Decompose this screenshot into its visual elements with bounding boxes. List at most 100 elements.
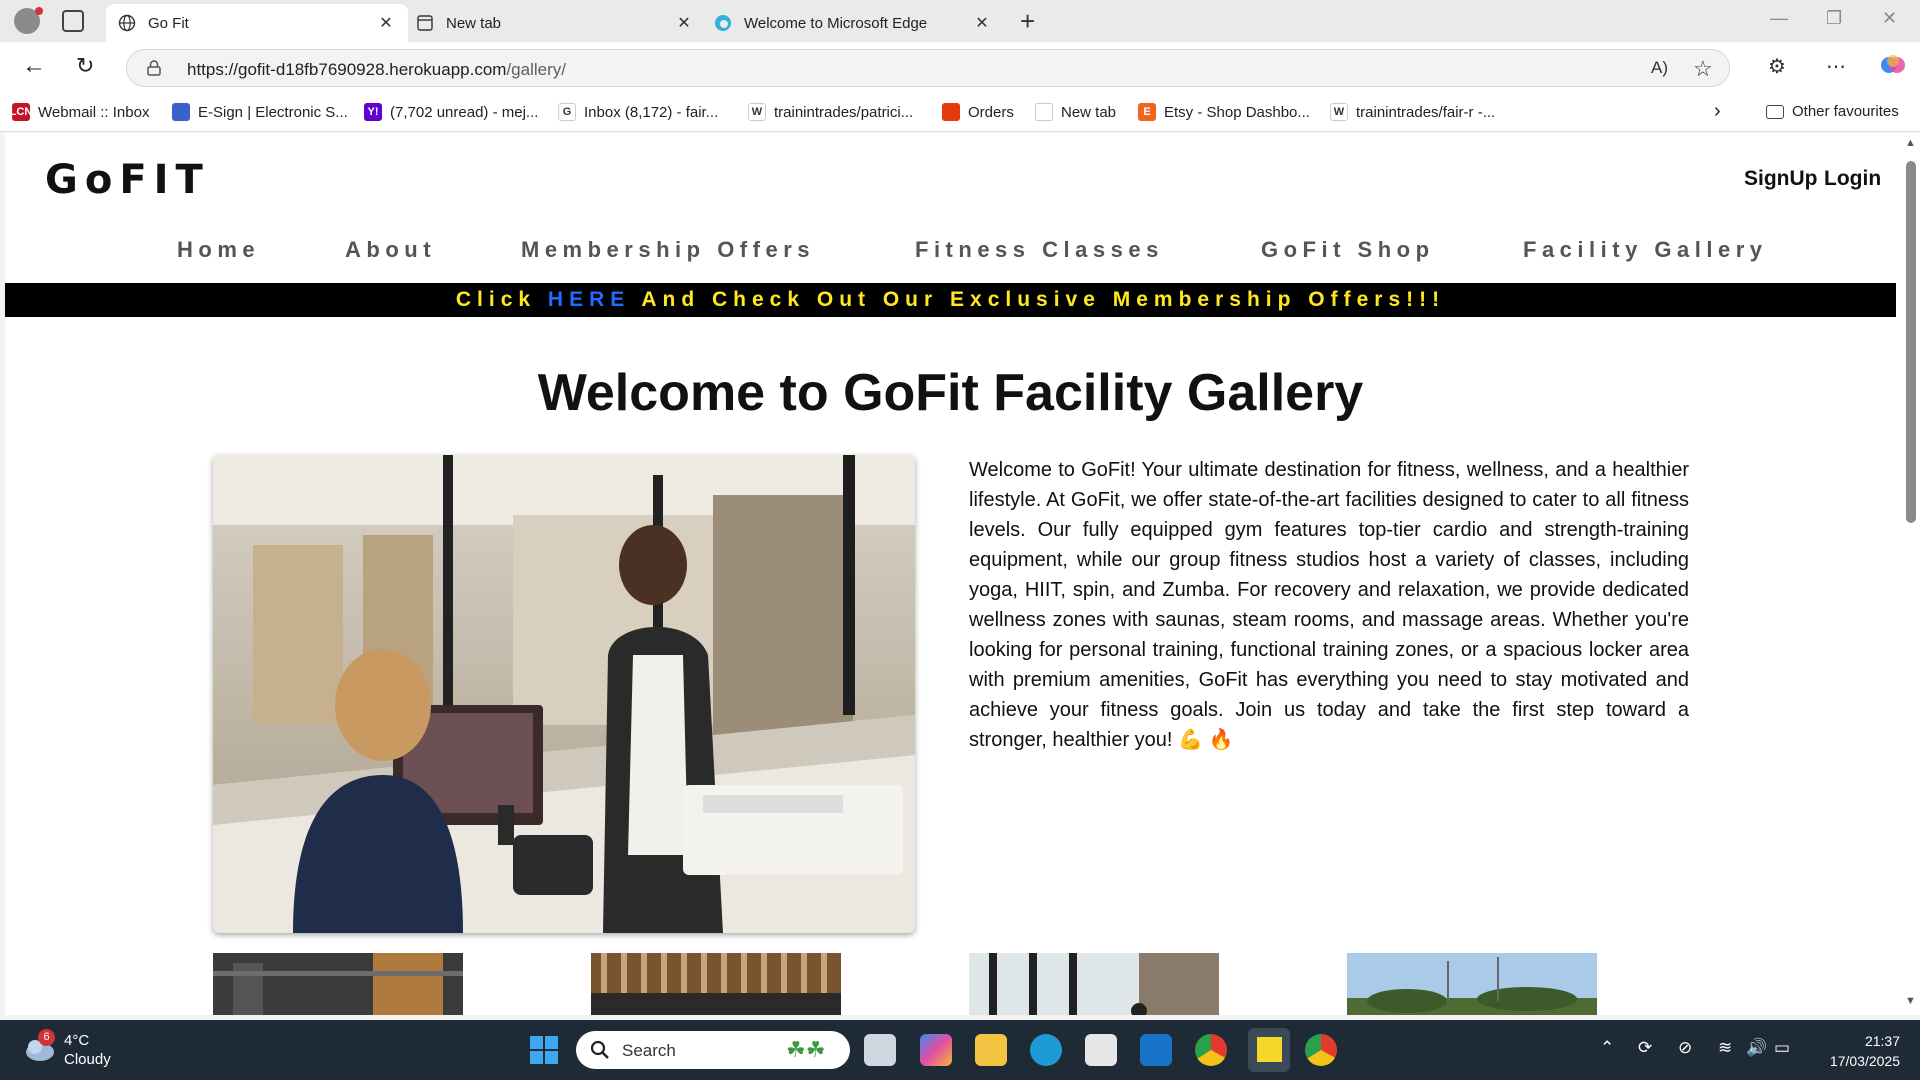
tab-label: New tab	[446, 14, 502, 32]
url-bar[interactable]: https://gofit-d18fb7690928.herokuapp.com…	[126, 49, 1730, 87]
windows-taskbar: 6 4°C Cloudy Search ☘☘ ⌃ ⟳ ⊘ ≋ 🔊 ▭ 21:37…	[0, 1020, 1920, 1080]
outlook-icon[interactable]	[1140, 1034, 1172, 1066]
bookmark-item[interactable]: Y! (7,702 unread) - mej...	[364, 103, 538, 121]
gallery-photo-2[interactable]	[591, 953, 841, 1015]
page-title: Welcome to GoFit Facility Gallery	[537, 364, 1364, 422]
wifi-icon[interactable]: ≋	[1718, 1038, 1732, 1058]
other-favourites[interactable]: Other favourites	[1766, 103, 1899, 120]
extensions-icon[interactable]: ⚙	[1768, 54, 1786, 79]
close-tab-icon[interactable]: ✕	[674, 13, 694, 33]
nav-home[interactable]: Home	[177, 237, 260, 263]
copilot-icon[interactable]	[1880, 52, 1906, 84]
nav-about[interactable]: About	[345, 237, 436, 263]
bookmarks-overflow-chevron-icon[interactable]: ›	[1714, 100, 1721, 123]
bookmark-label: Webmail :: Inbox	[38, 103, 150, 121]
browser-tab-bar: Go Fit ✕ New tab ✕ Welcome to Microsoft …	[0, 0, 1920, 42]
tab-label: Go Fit	[148, 14, 189, 32]
esign-icon	[172, 103, 190, 121]
lock-icon[interactable]	[147, 60, 161, 76]
tab-go-fit[interactable]: Go Fit ✕	[106, 4, 408, 42]
weather-widget[interactable]: 6 4°C Cloudy	[22, 1029, 111, 1068]
w-icon: W	[1330, 103, 1348, 121]
minimize-icon[interactable]: —	[1770, 8, 1788, 29]
close-tab-icon[interactable]: ✕	[376, 13, 396, 33]
weather-badge: 6	[38, 1029, 55, 1046]
google-icon: G	[558, 103, 576, 121]
nav-facility-gallery[interactable]: Facility Gallery	[1523, 237, 1768, 263]
bookmark-item[interactable]: G Inbox (8,172) - fair...	[558, 103, 718, 121]
signup-link[interactable]: SignUp	[1744, 167, 1818, 191]
promo-text-start: Click	[455, 288, 548, 311]
nav-gofit-shop[interactable]: GoFit Shop	[1261, 237, 1435, 263]
refresh-button[interactable]: ↻	[76, 54, 94, 78]
promo-text-end: And Check Out Our Exclusive Membership O…	[630, 288, 1446, 311]
sticky-notes-icon	[1257, 1037, 1282, 1062]
bookmark-label: E-Sign | Electronic S...	[198, 103, 348, 121]
edge-taskbar-icon[interactable]	[1030, 1034, 1062, 1066]
network-off-icon[interactable]: ⊘	[1678, 1038, 1692, 1058]
globe-icon	[118, 14, 136, 32]
tab-welcome-edge[interactable]: Welcome to Microsoft Edge ✕	[702, 4, 1004, 42]
profile-avatar-icon[interactable]	[14, 7, 43, 34]
volume-icon[interactable]: 🔊	[1746, 1038, 1767, 1058]
bookmark-item[interactable]: E-Sign | Electronic S...	[172, 103, 348, 121]
bookmark-item[interactable]: E Etsy - Shop Dashbo...	[1138, 103, 1310, 121]
login-link[interactable]: Login	[1824, 167, 1881, 191]
clock-time: 21:37	[1864, 1033, 1900, 1049]
search-icon	[590, 1040, 609, 1059]
url-text: https://gofit-d18fb7690928.herokuapp.com…	[187, 60, 566, 79]
taskbar-search[interactable]: Search ☘☘	[576, 1031, 850, 1069]
windows-start-icon[interactable]	[528, 1034, 560, 1066]
promo-here-link[interactable]: HERE	[548, 288, 630, 311]
shamrock-icon: ☘☘	[786, 1037, 826, 1062]
sync-icon[interactable]: ⟳	[1638, 1038, 1652, 1058]
bookmark-label: (7,702 unread) - mej...	[390, 103, 539, 121]
bookmarks-bar: LCN Webmail :: Inbox E-Sign | Electronic S…	[0, 94, 1920, 132]
chrome-profile-icon[interactable]	[1305, 1034, 1337, 1066]
restore-icon[interactable]: ❐	[1826, 8, 1842, 29]
system-clock[interactable]: 21:37 17/03/2025	[1800, 1031, 1900, 1071]
gallery-photo-4[interactable]	[1347, 953, 1597, 1015]
copilot-app-icon[interactable]	[920, 1034, 952, 1066]
bookmark-label: Etsy - Shop Dashbo...	[1164, 103, 1310, 121]
scroll-down-arrow-icon[interactable]: ▼	[1905, 995, 1916, 1007]
weather-condition: Cloudy	[64, 1051, 111, 1068]
scroll-up-arrow-icon[interactable]: ▲	[1905, 137, 1916, 149]
chrome-icon[interactable]	[1195, 1034, 1227, 1066]
nav-fitness-classes[interactable]: Fitness Classes	[915, 237, 1164, 263]
file-explorer-icon[interactable]	[975, 1034, 1007, 1066]
nav-membership-offers[interactable]: Membership Offers	[521, 237, 815, 263]
promo-banner: Click HERE And Check Out Our Exclusive M…	[5, 283, 1896, 317]
gallery-photo-1[interactable]	[213, 953, 463, 1015]
sticky-notes-active-bg[interactable]	[1248, 1028, 1290, 1072]
newtab-icon	[416, 14, 434, 32]
bookmark-item[interactable]: Orders	[942, 103, 1014, 121]
more-options-icon[interactable]: ⋯	[1826, 54, 1846, 79]
new-tab-button[interactable]: +	[1020, 6, 1035, 37]
gallery-photo-3[interactable]	[969, 953, 1219, 1015]
close-tab-icon[interactable]: ✕	[972, 13, 992, 33]
reception-photo	[213, 455, 915, 933]
search-label: Search	[622, 1041, 676, 1060]
close-window-icon[interactable]: ✕	[1882, 8, 1897, 29]
page-scrollbar[interactable]: ▲ ▼	[1900, 133, 1920, 1015]
weather-temp: 4°C	[64, 1032, 90, 1049]
bookmark-item[interactable]: Wtrainintrades/fair-r -...	[1330, 103, 1495, 121]
scrollbar-thumb[interactable]	[1906, 161, 1916, 523]
battery-icon[interactable]: ▭	[1774, 1038, 1790, 1058]
task-view-icon[interactable]	[864, 1034, 896, 1066]
tab-new-tab[interactable]: New tab ✕	[404, 4, 706, 42]
site-logo[interactable]: GoFIT	[45, 157, 210, 203]
read-aloud-icon[interactable]: A)	[1651, 58, 1668, 78]
bookmark-item[interactable]: Wtrainintrades/patrici...	[748, 103, 913, 121]
tab-actions-icon[interactable]	[62, 10, 84, 32]
bookmark-label: Inbox (8,172) - fair...	[584, 103, 719, 121]
bookmark-label: trainintrades/patrici...	[774, 103, 914, 121]
bookmark-item[interactable]: LCN Webmail :: Inbox	[10, 103, 150, 121]
back-button[interactable]: ←	[22, 54, 46, 78]
store-icon[interactable]	[1085, 1034, 1117, 1066]
bookmark-item[interactable]: New tab	[1035, 103, 1116, 121]
newtab-icon	[1035, 103, 1053, 121]
show-hidden-icons[interactable]: ⌃	[1600, 1038, 1614, 1058]
favorite-star-icon[interactable]: ☆	[1693, 56, 1713, 82]
